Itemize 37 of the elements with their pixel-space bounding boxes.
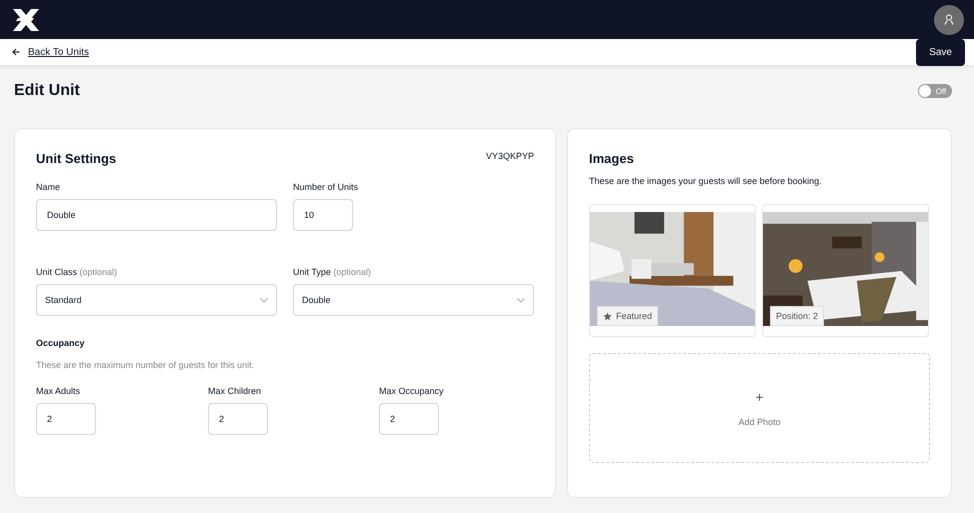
section-description: These are the images your guests will see before booking. — [589, 176, 823, 186]
unit-code: VY3QKPYP — [486, 151, 534, 161]
input-field[interactable]: 10 — [293, 199, 353, 231]
page-title: Edit Unit — [14, 82, 80, 100]
field-label: Unit Class (optional) — [36, 267, 118, 277]
field-label: Max Adults — [36, 386, 82, 396]
star-icon — [603, 312, 612, 320]
image-card[interactable]: Position: 2 — [762, 204, 929, 337]
field-label: Number of Units — [293, 182, 358, 192]
plus-icon: + — [755, 389, 764, 405]
input-field[interactable]: 2 — [208, 403, 268, 435]
select-field[interactable]: Standard — [36, 284, 277, 316]
avatar-button[interactable] — [934, 4, 964, 34]
section-title: Occupancy — [36, 338, 86, 348]
back-arrow-icon — [12, 48, 20, 56]
add-photo-area[interactable]: + Add Photo — [589, 353, 930, 463]
image-card[interactable]: Featured — [589, 204, 756, 337]
save-button[interactable]: Save — [916, 39, 965, 66]
chevron-icon — [260, 298, 268, 302]
input-field[interactable]: 2 — [379, 403, 439, 435]
input-field[interactable]: 2 — [36, 403, 96, 435]
section-description: These are the maximum number of guests for this unit. — [36, 360, 256, 370]
add-photo-label: Add Photo — [738, 417, 781, 427]
input-field[interactable]: Double — [36, 199, 277, 231]
card-title: Unit Settings — [36, 151, 116, 166]
image-badge: Featured — [597, 306, 658, 326]
select-field[interactable]: Double — [293, 284, 534, 316]
logo-icon — [12, 8, 40, 32]
image-badge: Position: 2 — [770, 306, 824, 326]
back-link[interactable]: Back To Units — [28, 46, 89, 58]
chevron-icon — [517, 298, 525, 302]
field-label: Max Occupancy — [379, 386, 445, 396]
card-title: Images — [589, 151, 635, 166]
field-label: Unit Type (optional) — [293, 267, 372, 277]
field-label: Max Children — [208, 386, 262, 396]
user-icon — [944, 14, 954, 25]
field-label: Name — [36, 182, 62, 192]
